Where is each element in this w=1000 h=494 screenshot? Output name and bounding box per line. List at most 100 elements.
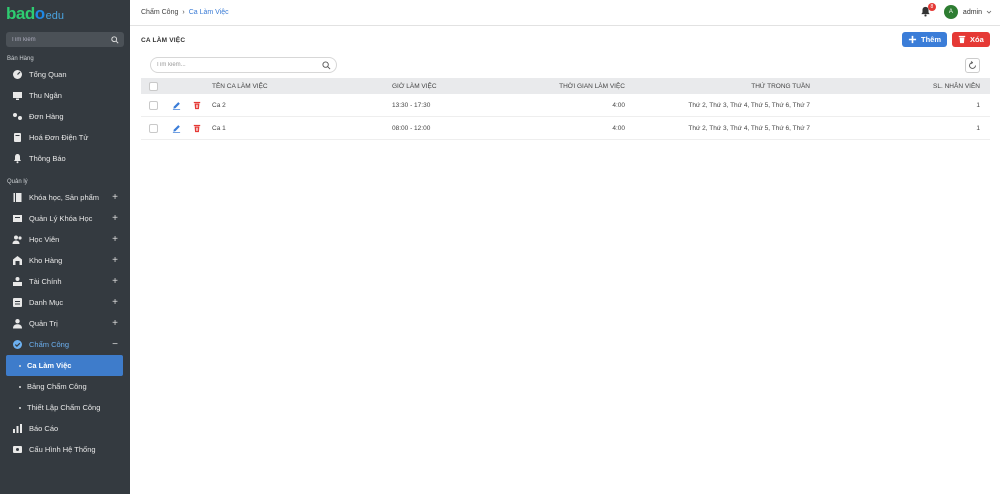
row-checkbox[interactable]	[149, 123, 158, 133]
sidebar-subitem[interactable]: Thiết Lập Chấm Công	[0, 397, 130, 418]
bullet-icon	[19, 385, 21, 388]
sidebar-item-settings[interactable]: Cấu Hình Hệ Thống	[0, 439, 130, 460]
breadcrumb-parent[interactable]: Chấm Công	[141, 9, 178, 16]
sidebar-item-label: Kho Hàng	[29, 256, 63, 265]
col-hours[interactable]: GIỜ LÀM VIỆC	[392, 83, 532, 90]
table-row[interactable]: Ca 1 08:00 - 12:00 4:00 Thứ 2, Thứ 3, Thứ 4…	[141, 117, 990, 140]
delete-button[interactable]: Xóa	[952, 32, 990, 47]
search-icon[interactable]	[322, 60, 331, 70]
expand-toggle-icon[interactable]: +	[112, 192, 118, 203]
sidebar-item-label: Tài Chính	[29, 277, 62, 286]
reload-button[interactable]	[965, 58, 980, 73]
sidebar-item-admin[interactable]: Quản Trị +	[0, 313, 130, 334]
cell-hours: 13:30 - 17:30	[392, 101, 431, 109]
notification-button[interactable]: 8	[920, 3, 936, 18]
username[interactable]: admin	[963, 9, 982, 16]
sidebar-item-warehouse[interactable]: Kho Hàng +	[0, 250, 130, 271]
sidebar-item-order[interactable]: Đơn Hàng	[0, 106, 130, 127]
expand-toggle-icon[interactable]: +	[112, 213, 118, 224]
chevron-down-icon[interactable]	[986, 9, 992, 15]
sidebar-item-timekeeping[interactable]: Chấm Công −	[0, 334, 130, 355]
cell-duration: 4:00	[612, 124, 625, 132]
table-search-input[interactable]	[156, 62, 306, 68]
sidebar: bado edu Bán Hàng Tổng Quan Thu Ngân Đơn H…	[0, 0, 130, 494]
avatar[interactable]: A	[943, 5, 958, 19]
sidebar-item-label: Quản Lý Khóa Học	[29, 214, 93, 223]
breadcrumb-current: Ca Làm Việc	[188, 9, 229, 16]
sidebar-item-students[interactable]: Học Viên +	[0, 229, 130, 250]
trash-icon	[958, 35, 966, 44]
sidebar-item-label: Tổng Quan	[29, 70, 67, 79]
sidebar-item-invoice[interactable]: Hoá Đơn Điện Tử	[0, 127, 130, 148]
shift-table: TÊN CA LÀM VIỆC GIỜ LÀM VIỆC THỜI GIAN L…	[141, 78, 990, 140]
top-header: Chấm Công › Ca Làm Việc 8 A admin	[130, 0, 1000, 26]
search-icon[interactable]	[111, 35, 119, 44]
cell-duration: 4:00	[612, 101, 625, 109]
expand-toggle-icon[interactable]: +	[112, 318, 118, 329]
sidebar-item-label: Báo Cáo	[29, 424, 59, 433]
cell-days: Thứ 2, Thứ 3, Thứ 4, Thứ 5, Thứ 6, Thứ 7	[688, 124, 810, 132]
cell-count: 1	[976, 101, 980, 109]
expand-toggle-icon[interactable]: −	[112, 339, 118, 350]
add-button-label: Thêm	[920, 35, 941, 44]
sidebar-subitem[interactable]: Bảng Chấm Công	[0, 376, 130, 397]
section-sales: Bán Hàng	[7, 56, 34, 62]
trash-icon[interactable]	[193, 101, 201, 110]
logo[interactable]: bado edu	[0, 0, 130, 28]
students-icon	[12, 235, 22, 244]
sidebar-subitem[interactable]: Ca Làm Việc	[6, 355, 123, 376]
book-icon	[13, 193, 22, 202]
logo-text: bado	[6, 4, 45, 23]
monitor-icon	[13, 92, 22, 100]
cell-count: 1	[976, 124, 980, 132]
sidebar-subitem-label: Ca Làm Việc	[27, 361, 72, 370]
edit-icon[interactable]	[172, 101, 181, 110]
expand-toggle-icon[interactable]: +	[112, 276, 118, 287]
col-name[interactable]: TÊN CA LÀM VIỆC	[207, 83, 392, 90]
sidebar-item-chart[interactable]: Báo Cáo	[0, 418, 130, 439]
add-button[interactable]: Thêm	[902, 32, 947, 47]
dashboard-icon	[13, 70, 22, 79]
table-header: TÊN CA LÀM VIỆC GIỜ LÀM VIỆC THỜI GIAN L…	[141, 78, 990, 94]
cell-hours: 08:00 - 12:00	[392, 124, 431, 132]
sidebar-subitem-label: Bảng Chấm Công	[27, 382, 87, 391]
select-all-checkbox[interactable]	[149, 81, 158, 91]
table-row[interactable]: Ca 2 13:30 - 17:30 4:00 Thứ 2, Thứ 3, Thứ 4…	[141, 94, 990, 117]
sidebar-item-category[interactable]: Danh Mục +	[0, 292, 130, 313]
sidebar-item-dashboard[interactable]: Tổng Quan	[0, 64, 130, 85]
expand-toggle-icon[interactable]: +	[112, 234, 118, 245]
expand-toggle-icon[interactable]: +	[112, 255, 118, 266]
sidebar-item-label: Thông Báo	[29, 154, 66, 163]
settings-icon	[13, 446, 22, 453]
page-title: CA LÀM VIỆC	[141, 37, 186, 44]
bullet-icon	[19, 364, 21, 367]
sidebar-item-finance[interactable]: Tài Chính +	[0, 271, 130, 292]
expand-toggle-icon[interactable]: +	[112, 297, 118, 308]
section-manage: Quản lý	[7, 179, 28, 185]
edit-icon[interactable]	[172, 124, 181, 133]
sidebar-subitem-label: Thiết Lập Chấm Công	[27, 403, 101, 412]
col-count[interactable]: SL. NHÂN VIÊN	[810, 83, 990, 90]
timekeeping-icon	[13, 340, 22, 349]
breadcrumb-separator: ›	[182, 9, 185, 16]
sidebar-item-label: Quản Trị	[29, 319, 58, 328]
logo-suffix: edu	[45, 10, 64, 22]
refresh-icon	[969, 61, 976, 69]
col-duration[interactable]: THỜI GIAN LÀM VIỆC	[532, 83, 627, 90]
cell-days: Thứ 2, Thứ 3, Thứ 4, Thứ 5, Thứ 6, Thứ 7	[688, 101, 810, 109]
bullet-icon	[19, 406, 21, 409]
sidebar-item-label: Danh Mục	[29, 298, 64, 307]
invoice-icon	[14, 133, 21, 142]
row-checkbox[interactable]	[149, 100, 158, 110]
col-days[interactable]: THỨ TRONG TUẦN	[627, 83, 810, 90]
sidebar-item-label: Chấm Công	[29, 340, 70, 349]
course-icon	[13, 215, 22, 222]
sidebar-item-label: Học Viên	[29, 235, 60, 244]
sidebar-item-book[interactable]: Khóa học, Sản phẩm +	[0, 187, 130, 208]
sidebar-item-bell[interactable]: Thông Báo	[0, 148, 130, 169]
sidebar-item-course[interactable]: Quản Lý Khóa Học +	[0, 208, 130, 229]
trash-icon[interactable]	[193, 124, 201, 133]
sidebar-item-monitor[interactable]: Thu Ngân	[0, 85, 130, 106]
sidebar-search-input[interactable]	[11, 36, 101, 43]
cell-name: Ca 2	[212, 101, 226, 109]
